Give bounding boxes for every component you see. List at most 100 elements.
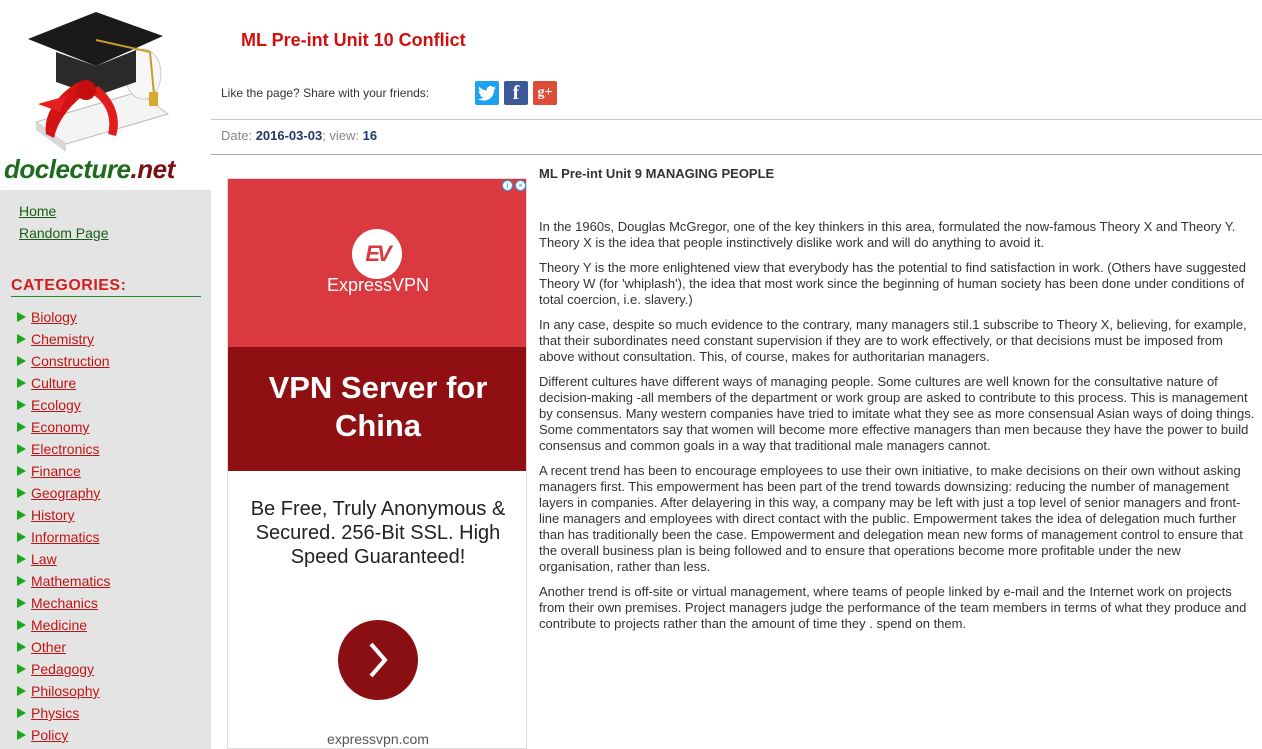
triangle-bullet-icon	[17, 532, 26, 542]
category-item[interactable]: Ecology	[17, 394, 110, 416]
triangle-bullet-icon	[17, 576, 26, 586]
category-item[interactable]: Geography	[17, 482, 110, 504]
main-nav: Home Random Page	[19, 200, 109, 244]
article-paragraph: Different cultures have different ways o…	[539, 374, 1255, 453]
triangle-bullet-icon	[17, 356, 26, 366]
article-title: ML Pre-int Unit 9 MANAGING PEOPLE	[539, 166, 775, 181]
logo-text-domain: .net	[130, 154, 176, 184]
facebook-icon[interactable]: f	[504, 81, 528, 105]
article-paragraph: Theory Y is the more enlightened view th…	[539, 260, 1246, 307]
logo-text: doclecture.net	[4, 154, 175, 185]
ad-brand-panel: i × EV ExpressVPN	[228, 179, 526, 347]
triangle-bullet-icon	[17, 422, 26, 432]
category-link[interactable]: Informatics	[31, 529, 99, 545]
triangle-bullet-icon	[17, 620, 26, 630]
triangle-bullet-icon	[17, 642, 26, 652]
category-item[interactable]: Chemistry	[17, 328, 110, 350]
triangle-bullet-icon	[17, 510, 26, 520]
category-link[interactable]: Other	[31, 639, 66, 655]
category-item[interactable]: Philosophy	[17, 680, 110, 702]
category-link[interactable]: History	[31, 507, 75, 523]
category-link[interactable]: Physics	[31, 705, 79, 721]
category-item[interactable]: Construction	[17, 350, 110, 372]
nav-home-link[interactable]: Home	[19, 200, 109, 222]
category-item[interactable]: Biology	[17, 306, 110, 328]
categories-list: Biology Chemistry Construction Culture E…	[17, 306, 110, 746]
categories-heading: CATEGORIES:	[11, 277, 201, 297]
chevron-right-icon	[369, 642, 388, 678]
category-item[interactable]: Policy	[17, 724, 110, 746]
category-item[interactable]: Medicine	[17, 614, 110, 636]
twitter-icon[interactable]	[475, 81, 499, 105]
category-item[interactable]: Culture	[17, 372, 110, 394]
post-meta: Date: 2016-03-03; view: 16	[221, 128, 377, 143]
meta-divider	[211, 154, 1262, 155]
date-label: Date:	[221, 128, 256, 143]
ad-url[interactable]: expressvpn.com	[228, 731, 526, 747]
share-prompt: Like the page? Share with your friends:	[221, 86, 430, 100]
category-link[interactable]: Finance	[31, 463, 81, 479]
post-date: 2016-03-03	[255, 128, 323, 143]
category-link[interactable]: Mechanics	[31, 595, 98, 611]
article: ML Pre-int Unit 9 MANAGING PEOPLE In the…	[539, 166, 1255, 641]
nav-random-page-link[interactable]: Random Page	[19, 222, 109, 244]
triangle-bullet-icon	[17, 708, 26, 718]
category-link[interactable]: Philosophy	[31, 683, 100, 699]
expressvpn-logo-icon: EV	[352, 229, 402, 279]
category-item[interactable]: Physics	[17, 702, 110, 724]
ad-choices[interactable]: i ×	[502, 180, 526, 191]
category-link[interactable]: Culture	[31, 375, 76, 391]
triangle-bullet-icon	[17, 664, 26, 674]
category-item[interactable]: Economy	[17, 416, 110, 438]
category-item[interactable]: Finance	[17, 460, 110, 482]
category-item[interactable]: History	[17, 504, 110, 526]
page-title: ML Pre-int Unit 10 Conflict	[241, 30, 466, 50]
logo-text-main: doclecture	[4, 154, 131, 184]
ad-body-text: Be Free, Truly Anonymous & Secured. 256-…	[250, 498, 506, 568]
category-item[interactable]: Pedagogy	[17, 658, 110, 680]
category-link[interactable]: Economy	[31, 419, 89, 435]
category-link[interactable]: Ecology	[31, 397, 81, 413]
ad-brand-name: ExpressVPN	[326, 275, 430, 295]
category-item[interactable]: Electronics	[17, 438, 110, 460]
category-item[interactable]: Mechanics	[17, 592, 110, 614]
site-logo[interactable]: doclecture.net	[0, 0, 211, 190]
ad-headline: VPN Server for China	[268, 370, 488, 443]
advertisement[interactable]: i × EV ExpressVPN VPN Server for China B…	[227, 178, 527, 749]
google-plus-icon[interactable]: g+	[533, 81, 557, 105]
category-item[interactable]: Mathematics	[17, 570, 110, 592]
triangle-bullet-icon	[17, 598, 26, 608]
category-link[interactable]: Policy	[31, 727, 68, 743]
ad-headline-panel: VPN Server for China	[228, 347, 526, 471]
share-bar: Like the page? Share with your friends: …	[221, 80, 562, 106]
triangle-bullet-icon	[17, 686, 26, 696]
triangle-bullet-icon	[17, 400, 26, 410]
category-item[interactable]: Law	[17, 548, 110, 570]
view-count: 16	[362, 128, 378, 143]
category-link[interactable]: Chemistry	[31, 331, 94, 347]
triangle-bullet-icon	[17, 466, 26, 476]
category-link[interactable]: Construction	[31, 353, 110, 369]
article-paragraph: In any case, despite so much evidence to…	[539, 317, 1247, 364]
triangle-bullet-icon	[17, 334, 26, 344]
category-link[interactable]: Mathematics	[31, 573, 110, 589]
category-item[interactable]: Informatics	[17, 526, 110, 548]
category-link[interactable]: Biology	[31, 309, 77, 325]
graduation-cap-icon	[28, 12, 170, 152]
ad-info-icon[interactable]: i	[502, 180, 513, 191]
triangle-bullet-icon	[17, 554, 26, 564]
triangle-bullet-icon	[17, 488, 26, 498]
category-item[interactable]: Other	[17, 636, 110, 658]
category-link[interactable]: Pedagogy	[31, 661, 94, 677]
category-link[interactable]: Medicine	[31, 617, 87, 633]
triangle-bullet-icon	[17, 378, 26, 388]
category-link[interactable]: Geography	[31, 485, 100, 501]
ad-close-icon[interactable]: ×	[515, 180, 526, 191]
sidebar: doclecture.net Home Random Page CATEGORI…	[0, 0, 211, 749]
category-link[interactable]: Electronics	[31, 441, 99, 457]
category-link[interactable]: Law	[31, 551, 57, 567]
triangle-bullet-icon	[17, 730, 26, 740]
article-paragraph: In the 1960s, Douglas McGregor, one of t…	[539, 219, 1236, 250]
article-paragraph: Another trend is off-site or virtual man…	[539, 584, 1247, 631]
ad-cta-button[interactable]	[338, 620, 418, 700]
